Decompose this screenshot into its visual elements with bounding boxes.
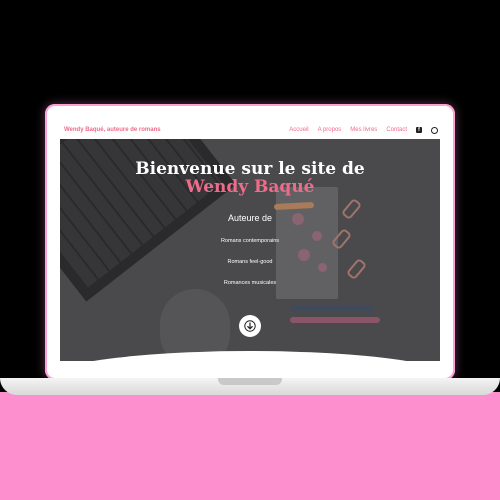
nav-link-accueil[interactable]: Accueil bbox=[289, 127, 308, 133]
laptop-notch bbox=[218, 378, 282, 385]
hero-wave bbox=[60, 351, 440, 361]
genre-item: Romans contemporains bbox=[220, 238, 280, 244]
site-brand[interactable]: Wendy Baqué, auteure de romans bbox=[64, 127, 161, 133]
arrow-down-icon bbox=[244, 320, 256, 332]
laptop-screen: Wendy Baqué, auteure de romans Accueil A… bbox=[60, 121, 440, 361]
pen-photo bbox=[290, 317, 380, 323]
canvas: Wendy Baqué, auteure de romans Accueil A… bbox=[0, 0, 500, 500]
mouse-photo bbox=[160, 289, 230, 361]
navbar: Wendy Baqué, auteure de romans Accueil A… bbox=[60, 121, 440, 139]
genre-item: Romans feel-good bbox=[227, 259, 273, 265]
nav-link-a-propos[interactable]: A propos bbox=[318, 127, 342, 133]
pen-photo bbox=[290, 305, 374, 311]
scroll-down-button[interactable] bbox=[239, 315, 261, 337]
instagram-icon[interactable] bbox=[431, 126, 438, 134]
facebook-icon[interactable]: f bbox=[416, 127, 422, 133]
hero-subtitle: Auteure de bbox=[227, 213, 273, 223]
pink-background bbox=[0, 392, 500, 500]
hero-section: Bienvenue sur le site de Wendy Baqué Aut… bbox=[60, 139, 440, 361]
nav-link-mes-livres[interactable]: Mes livres bbox=[350, 127, 377, 133]
nav-links: Accueil A propos Mes livres Contact f bbox=[289, 126, 438, 134]
genre-item: Romances musicales bbox=[223, 280, 277, 286]
hero-author-name: Wendy Baqué bbox=[185, 177, 315, 197]
nav-link-contact[interactable]: Contact bbox=[386, 127, 407, 133]
